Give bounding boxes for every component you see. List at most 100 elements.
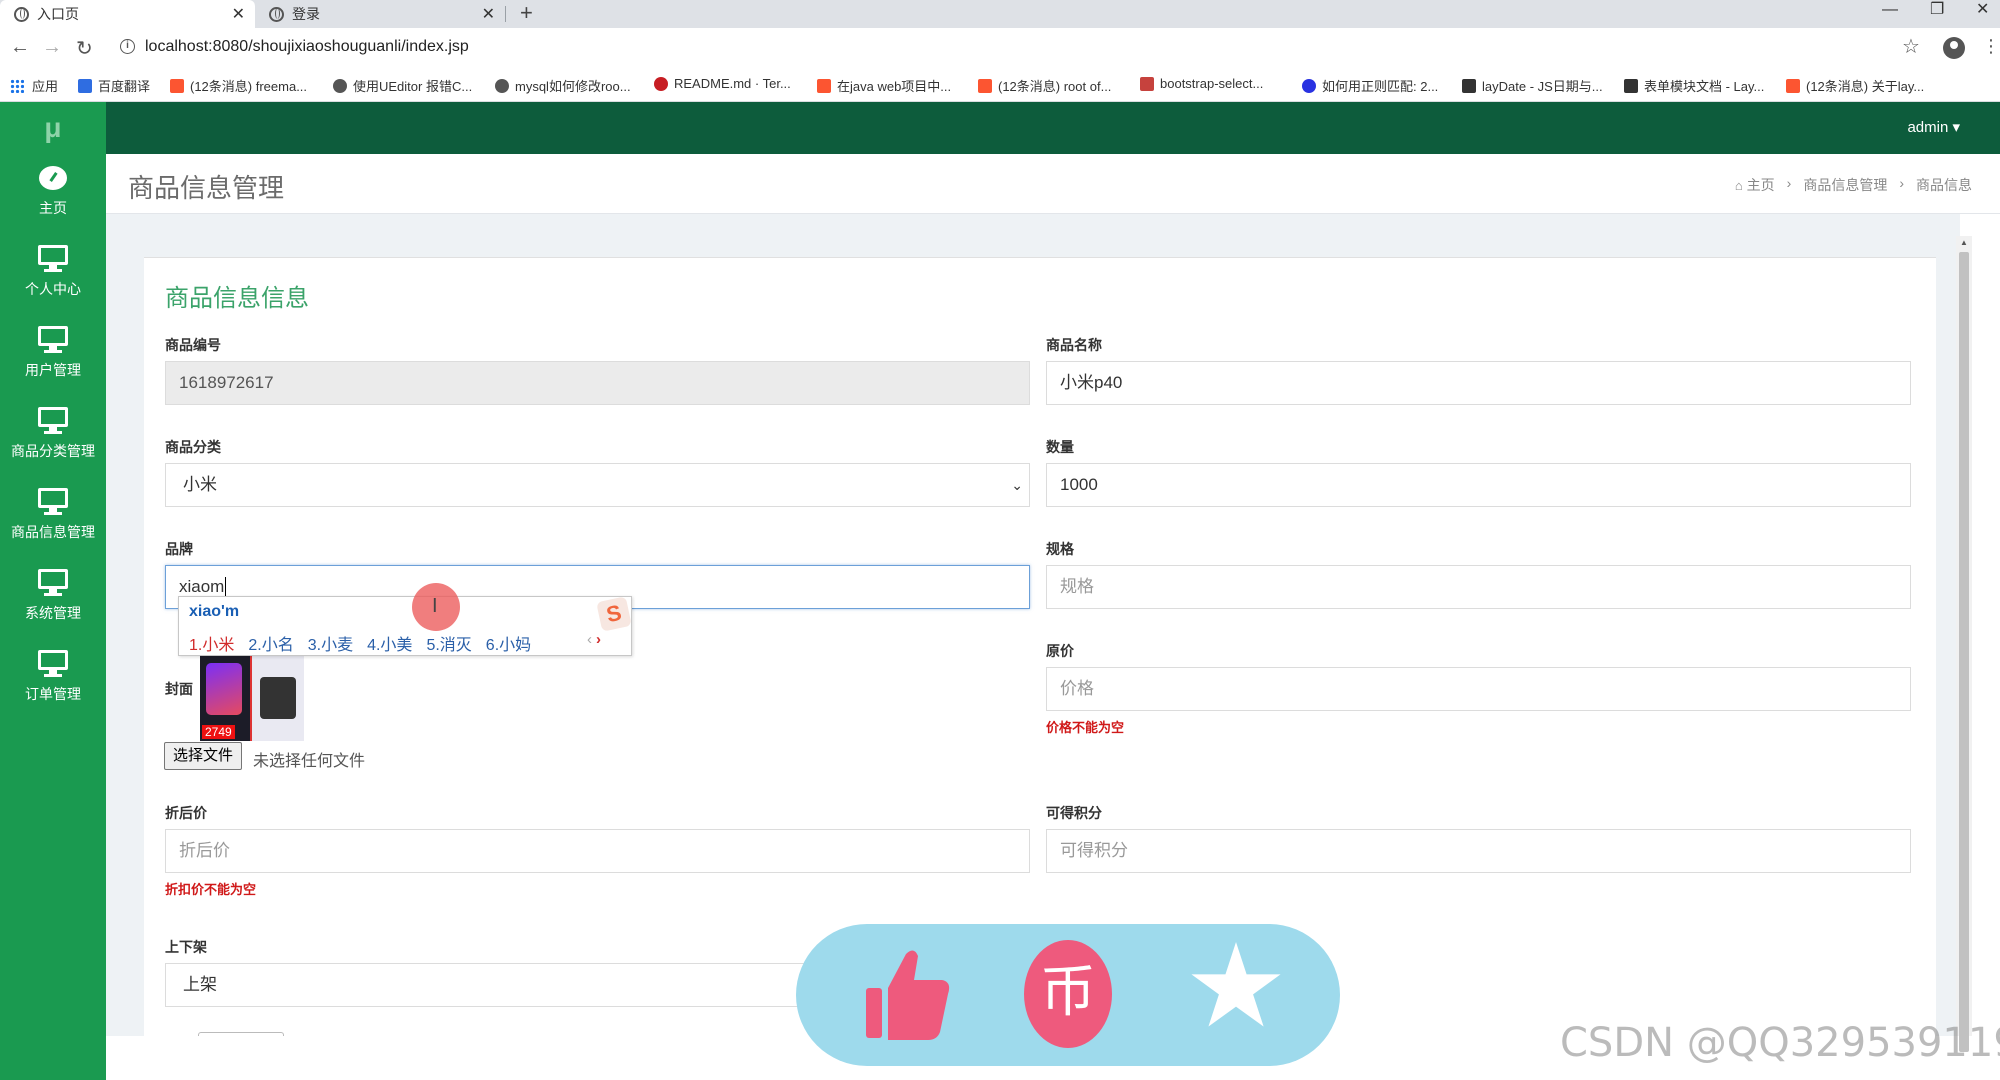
bootstrap-icon xyxy=(1140,76,1154,91)
csdn-icon xyxy=(1786,78,1800,93)
bookmark-item[interactable]: (12条消息) freema... xyxy=(170,76,307,95)
sidebar-item-products[interactable]: 商品信息管理 xyxy=(0,488,106,568)
ime-candidate[interactable]: 4.小美 xyxy=(367,631,412,655)
ime-next-icon[interactable]: › xyxy=(596,631,601,648)
category-select[interactable]: 小米 ⌄ xyxy=(165,463,1030,507)
bookmark-item[interactable]: 在java web项目中... xyxy=(817,76,951,95)
sidebar: μ 主页 个人中心 用户管理 商品分类管理 商品信息管理 系统管理 订单管理 xyxy=(0,102,106,1080)
gitee-icon xyxy=(654,76,668,91)
ime-candidate-popup: xiao'm 1.小米 2.小名 3.小麦 4.小美 5.消灭 6.小妈 ‹ › … xyxy=(178,596,632,656)
coin-icon[interactable]: 币 xyxy=(1024,940,1112,1048)
scrollbar[interactable]: ▲ xyxy=(1956,236,1972,1052)
bookmark-item[interactable]: layDate - JS日期与... xyxy=(1462,76,1603,95)
original-price-error: 价格不能为空 xyxy=(1046,720,1125,735)
bookmark-star-icon[interactable]: ☆ xyxy=(1902,34,1920,59)
ime-candidate[interactable]: 3.小麦 xyxy=(308,631,353,655)
bookmark-item[interactable]: 表单模块文档 - Lay... xyxy=(1624,76,1764,95)
forward-arrow-icon[interactable]: → xyxy=(42,36,62,59)
bookmark-item[interactable]: 如何用正则匹配: 2... xyxy=(1302,76,1438,95)
shelf-status-label: 上下架 xyxy=(165,939,207,955)
sidebar-item-profile[interactable]: 个人中心 xyxy=(0,245,106,325)
breadcrumb-home[interactable]: ⌂ 主页 xyxy=(1735,175,1775,195)
ime-candidate[interactable]: 5.消灭 xyxy=(426,631,471,655)
tab-close-icon[interactable]: ✕ xyxy=(232,4,245,24)
breadcrumb-section[interactable]: 商品信息管理 xyxy=(1803,175,1887,195)
monitor-icon xyxy=(38,488,68,516)
tab-login[interactable]: 登录 ✕ xyxy=(255,0,505,28)
favorite-star-icon[interactable]: ★ xyxy=(1184,926,1288,1046)
page-header: 商品信息管理 ⌂ 主页 › 商品信息管理 › 商品信息 xyxy=(106,154,2000,214)
bookmark-apps[interactable]: 应用 xyxy=(10,76,58,95)
site-info-icon[interactable]: i xyxy=(120,39,135,54)
page-title: 商品信息管理 xyxy=(128,173,285,203)
globe-icon xyxy=(269,6,284,22)
discount-price-input[interactable] xyxy=(165,829,1030,873)
sidebar-item-users[interactable]: 用户管理 xyxy=(0,326,106,406)
scrollbar-thumb[interactable] xyxy=(1959,252,1969,1052)
minimize-button[interactable]: — xyxy=(1882,0,1898,20)
breadcrumb-current: 商品信息 xyxy=(1916,177,1972,193)
new-tab-button[interactable]: + xyxy=(520,0,533,26)
window-close-button[interactable]: ✕ xyxy=(1976,0,1989,20)
bookmark-item[interactable]: (12条消息) root of... xyxy=(978,76,1111,95)
scroll-up-arrow-icon[interactable]: ▲ xyxy=(1960,238,1968,247)
reload-icon[interactable]: ↻ xyxy=(76,36,93,61)
csdn-watermark: CSDN @QQ3295391197 xyxy=(1560,1020,2000,1066)
original-price-input[interactable] xyxy=(1046,667,1911,711)
user-menu[interactable]: admin ▾ xyxy=(1907,118,1960,136)
bookmark-label: 百度翻译 xyxy=(98,79,151,94)
text-caret xyxy=(225,577,227,596)
bookmark-item[interactable]: README.md · Ter... xyxy=(654,76,791,91)
tab-entry-page[interactable]: 入口页 ✕ xyxy=(0,0,255,28)
restore-button[interactable]: ❐ xyxy=(1930,0,1944,20)
top-navbar: admin ▾ xyxy=(106,102,2000,154)
browser-menu-icon[interactable]: ⋮ xyxy=(1982,36,2000,57)
bookmark-item[interactable]: 百度翻译 xyxy=(78,76,150,95)
ime-prev-icon[interactable]: ‹ xyxy=(587,631,592,648)
submit-button-edge[interactable] xyxy=(198,1032,284,1036)
baidu-translate-icon xyxy=(78,78,92,93)
tab-close-icon[interactable]: ✕ xyxy=(482,4,495,24)
shelf-status-value: 上架 xyxy=(183,975,217,994)
ime-page-nav[interactable]: ‹ › xyxy=(587,631,601,648)
sidebar-item-orders[interactable]: 订单管理 xyxy=(0,650,106,730)
bookmark-label: bootstrap-select... xyxy=(1160,76,1264,91)
product-name-input[interactable]: 小米p40 xyxy=(1046,361,1911,405)
breadcrumb: ⌂ 主页 › 商品信息管理 › 商品信息 xyxy=(1735,175,1972,195)
account-icon[interactable] xyxy=(1943,37,1965,59)
sidebar-item-label: 用户管理 xyxy=(25,362,81,378)
bookmark-item[interactable]: 使用UEditor 报错C... xyxy=(333,76,472,95)
address-bar-row: ← → ↻ i localhost:8080/shoujixiaoshougua… xyxy=(0,28,2000,68)
sidebar-item-label: 主页 xyxy=(39,200,67,216)
baidu-icon xyxy=(1302,78,1316,93)
quantity-input[interactable]: 1000 xyxy=(1046,463,1911,507)
bookmark-item[interactable]: bootstrap-select... xyxy=(1140,76,1263,91)
product-no-field: 1618972617 xyxy=(165,361,1030,405)
back-arrow-icon[interactable]: ← xyxy=(10,36,30,59)
choose-file-button[interactable]: 选择文件 xyxy=(164,742,243,770)
url-field[interactable]: localhost:8080/shoujixiaoshouguanli/inde… xyxy=(145,38,469,56)
app-logo: μ xyxy=(44,112,62,143)
ime-candidate[interactable]: 6.小妈 xyxy=(486,631,531,655)
layui-icon xyxy=(1624,78,1638,93)
text-cursor-icon: I xyxy=(432,595,438,617)
github-icon xyxy=(333,78,347,93)
ime-candidate-list: 1.小米 2.小名 3.小麦 4.小美 5.消灭 6.小妈 xyxy=(189,631,531,655)
bookmark-item[interactable]: (12条消息) 关于lay... xyxy=(1786,76,1924,95)
sidebar-item-system[interactable]: 系统管理 xyxy=(0,569,106,649)
github-icon xyxy=(495,78,509,93)
sidebar-item-label: 系统管理 xyxy=(25,605,81,621)
discount-price-label: 折后价 xyxy=(165,805,207,821)
bookmark-label: mysql如何修改roo... xyxy=(515,79,631,94)
bookmark-item[interactable]: mysql如何修改roo... xyxy=(495,76,631,95)
ime-candidate[interactable]: 1.小米 xyxy=(189,631,234,655)
points-input[interactable] xyxy=(1046,829,1911,873)
sidebar-item-categories[interactable]: 商品分类管理 xyxy=(0,407,106,487)
thumbs-up-icon[interactable] xyxy=(862,944,952,1044)
sidebar-item-label: 商品分类管理 xyxy=(11,443,95,459)
bookmark-label: (12条消息) freema... xyxy=(190,79,308,94)
sidebar-item-home[interactable]: 主页 xyxy=(0,164,106,244)
csdn-icon xyxy=(170,78,184,93)
ime-candidate[interactable]: 2.小名 xyxy=(248,631,293,655)
spec-input[interactable] xyxy=(1046,565,1911,609)
